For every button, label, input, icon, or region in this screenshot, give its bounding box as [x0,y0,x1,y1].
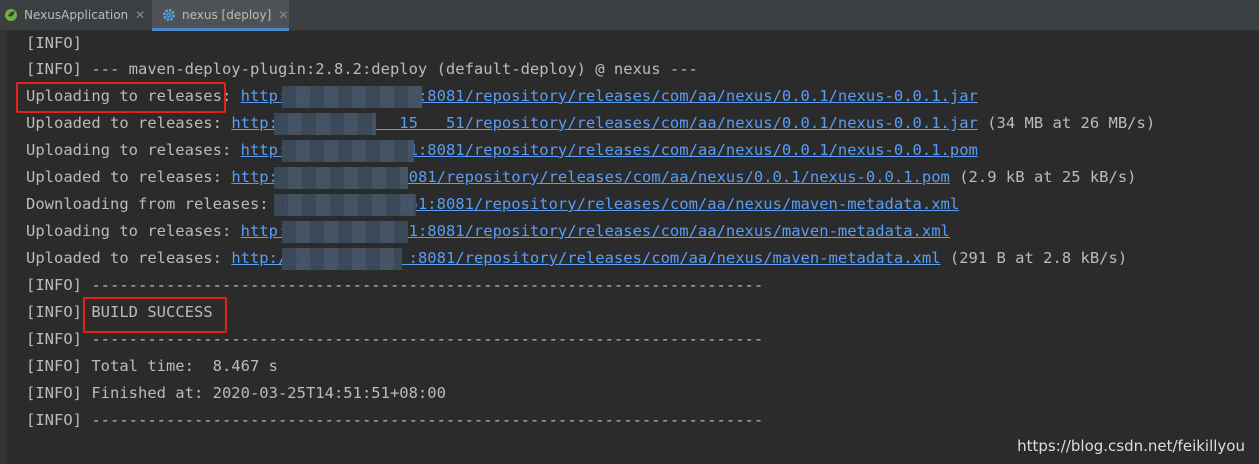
watermark: https://blog.csdn.net/feikillyou [1017,437,1245,455]
transfer-stats: (34 MB at 26 MB/s) [977,114,1156,132]
close-icon[interactable]: ✕ [135,8,145,22]
log-label: Downloading from releases: [26,195,278,213]
console-line: Uploading to releases: http:/ 1:8081/rep… [26,218,1259,245]
left-gutter [0,30,7,464]
editor-tab-bar: NexusApplication ✕ nexus [deploy] ✕ [0,0,1259,31]
transfer-stats: (291 B at 2.8 kB/s) [940,249,1128,267]
separator-line: [INFO] ---------------------------------… [26,276,764,294]
console-line: Uploaded to releases: http://1 :8081/rep… [26,245,1259,272]
tab-label: NexusApplication [24,8,129,22]
artifact-link[interactable]: http:// :8081/repository/releases/com/aa… [241,87,978,105]
artifact-link[interactable]: http://1 :8081/repository/releases/com/a… [231,249,940,267]
tab-nexus-deploy[interactable]: nexus [deploy] ✕ [152,0,289,31]
console-line: [INFO] --- maven-deploy-plugin:2.8.2:dep… [26,60,698,78]
log-label: Uploading to releases: [26,141,241,159]
log-label: Uploaded to releases: [26,168,232,186]
console-line: [INFO] BUILD SUCCESS [26,303,213,321]
console-line: Uploading to releases: http:/ 1:8081/rep… [26,137,1259,164]
log-label: Uploaded to releases: [26,249,232,267]
console-line: Uploaded to releases: http:/ 8081/reposi… [26,164,1259,191]
separator-line: [INFO] ---------------------------------… [26,330,764,348]
close-icon[interactable]: ✕ [278,8,288,22]
separator-line: [INFO] ---------------------------------… [26,411,764,429]
build-success-text: BUILD SUCCESS [91,303,213,321]
transfer-stats: (2.9 kB at 25 kB/s) [949,168,1137,186]
log-label: Uploading to releases: [26,87,241,105]
console-line: Uploading to releases: http:// :8081/rep… [26,83,1259,110]
console-output: [INFO] [INFO] --- maven-deploy-plugin:2.… [26,31,1259,464]
artifact-link[interactable]: http:// 15 51/repository/releases/com/aa… [231,114,978,132]
artifact-link[interactable]: http:/ 1:8081/repository/releases/com/aa… [241,141,978,159]
log-label: Uploaded to releases: [26,114,232,132]
artifact-link[interactable]: h 151:8081/repository/releases/com/aa/ne… [278,195,959,213]
console-line: Downloading from releases: h 151:8081/re… [26,191,1259,218]
tab-label: nexus [deploy] [182,8,272,22]
gear-icon [162,8,176,22]
artifact-link[interactable]: http:/ 1:8081/repository/releases/com/aa… [241,222,950,240]
console-line: Uploaded to releases: http:// 15 51/repo… [26,110,1259,137]
finished-at-line: [INFO] Finished at: 2020-03-25T14:51:51+… [26,384,446,402]
tab-nexus-application[interactable]: NexusApplication ✕ [0,0,150,30]
artifact-link[interactable]: http:/ 8081/repository/releases/com/aa/n… [231,168,950,186]
log-label: Uploading to releases: [26,222,241,240]
console-line: [INFO] [26,34,82,52]
spring-app-icon [4,8,18,22]
total-time-line: [INFO] Total time: 8.467 s [26,357,278,375]
